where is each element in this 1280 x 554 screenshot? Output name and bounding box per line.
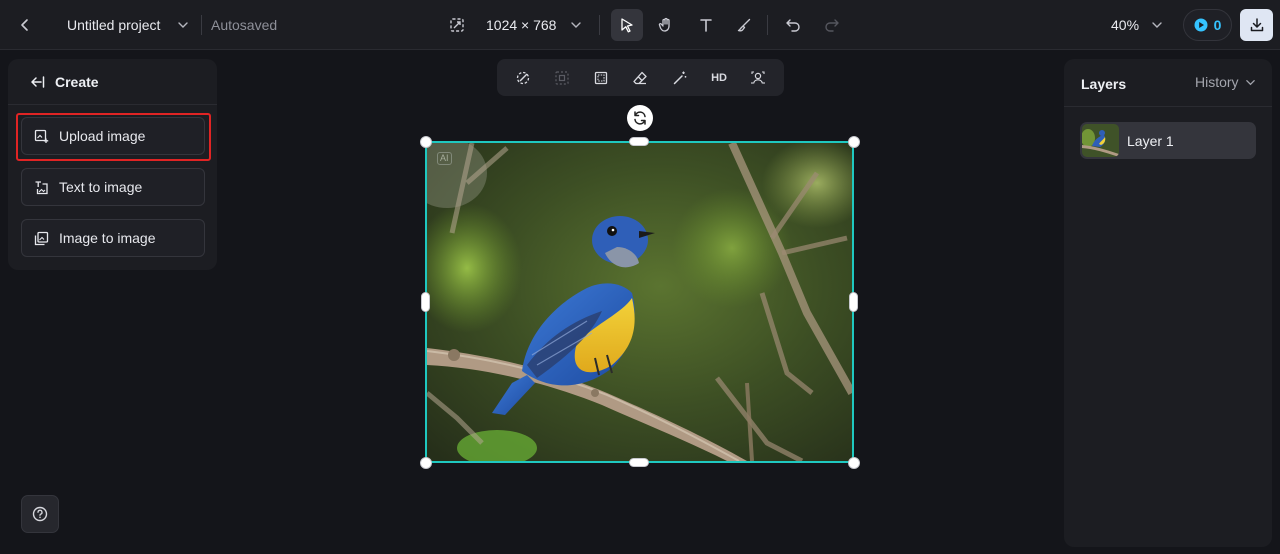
rotate-handle[interactable] bbox=[627, 105, 653, 131]
resize-canvas-icon[interactable] bbox=[441, 9, 473, 41]
magic-wand-icon[interactable] bbox=[666, 64, 694, 92]
crop-icon[interactable] bbox=[587, 64, 615, 92]
layer-item[interactable]: Layer 1 bbox=[1080, 122, 1256, 159]
upload-image-highlight bbox=[16, 113, 211, 161]
select-tool-icon[interactable] bbox=[611, 9, 643, 41]
layer-name: Layer 1 bbox=[1127, 132, 1174, 149]
expand-image-icon[interactable] bbox=[548, 64, 576, 92]
create-panel-title: Create bbox=[55, 73, 99, 90]
text-to-image-button[interactable]: Text to image bbox=[21, 168, 205, 206]
image-to-image-button[interactable]: Image to image bbox=[21, 219, 205, 257]
download-button[interactable] bbox=[1240, 9, 1273, 41]
undo-icon[interactable] bbox=[777, 9, 809, 41]
credits-icon bbox=[1194, 18, 1208, 32]
resize-handle-bottom-left[interactable] bbox=[420, 457, 432, 469]
zoom-level[interactable]: 40% bbox=[1111, 16, 1139, 34]
image-tools-toolbar: HD bbox=[497, 59, 784, 96]
project-menu-chevron-icon[interactable] bbox=[175, 16, 191, 34]
text-to-image-icon bbox=[35, 180, 48, 194]
canvas-size-chevron-icon[interactable] bbox=[568, 16, 584, 34]
remove-background-icon[interactable] bbox=[509, 64, 537, 92]
canvas-size[interactable]: 1024 × 768 bbox=[486, 16, 556, 34]
text-to-image-label: Text to image bbox=[59, 179, 143, 195]
image-to-image-label: Image to image bbox=[59, 230, 156, 246]
tab-layers[interactable]: Layers bbox=[1081, 76, 1126, 92]
history-chevron-icon bbox=[1245, 79, 1255, 85]
help-button[interactable] bbox=[21, 495, 59, 533]
image-to-image-icon bbox=[34, 231, 49, 245]
bird-image bbox=[427, 143, 852, 461]
create-panel: Create Upload image Text to image Image … bbox=[8, 59, 217, 270]
help-icon bbox=[32, 506, 48, 522]
tab-history[interactable]: History bbox=[1195, 74, 1256, 90]
resize-handle-bottom-right[interactable] bbox=[848, 457, 860, 469]
divider bbox=[599, 15, 600, 35]
collapse-panel-icon[interactable] bbox=[30, 75, 45, 89]
history-label: History bbox=[1195, 74, 1239, 90]
back-chevron-icon[interactable] bbox=[9, 9, 41, 41]
resize-handle-top-right[interactable] bbox=[848, 136, 860, 148]
eraser-icon[interactable] bbox=[626, 64, 654, 92]
divider bbox=[1064, 106, 1272, 107]
hand-tool-icon[interactable] bbox=[650, 9, 682, 41]
project-title[interactable]: Untitled project bbox=[67, 16, 160, 34]
layer-thumbnail bbox=[1082, 124, 1119, 157]
canvas-image[interactable] bbox=[425, 141, 854, 463]
resize-handle-bottom[interactable] bbox=[629, 458, 649, 467]
save-status: Autosaved bbox=[211, 17, 278, 33]
brush-tool-icon[interactable] bbox=[728, 9, 760, 41]
divider bbox=[201, 15, 202, 35]
create-panel-header[interactable]: Create bbox=[8, 59, 217, 105]
resize-handle-right[interactable] bbox=[849, 292, 858, 312]
text-tool-icon[interactable] bbox=[690, 9, 722, 41]
divider bbox=[767, 15, 768, 35]
ai-badge: AI bbox=[437, 152, 452, 165]
hd-upscale-button[interactable]: HD bbox=[705, 64, 733, 92]
face-enhance-icon[interactable] bbox=[744, 64, 772, 92]
credits-button[interactable]: 0 bbox=[1183, 9, 1232, 41]
zoom-chevron-icon[interactable] bbox=[1149, 16, 1165, 34]
resize-handle-left[interactable] bbox=[421, 292, 430, 312]
download-icon bbox=[1250, 18, 1263, 32]
redo-icon[interactable] bbox=[816, 9, 848, 41]
rotate-icon bbox=[634, 111, 646, 125]
credits-count: 0 bbox=[1213, 17, 1222, 33]
top-bar: Untitled project Autosaved 1024 × 768 40… bbox=[0, 0, 1280, 50]
resize-handle-top[interactable] bbox=[629, 137, 649, 146]
layers-panel: Layers History Layer 1 bbox=[1064, 59, 1272, 547]
resize-handle-top-left[interactable] bbox=[420, 136, 432, 148]
